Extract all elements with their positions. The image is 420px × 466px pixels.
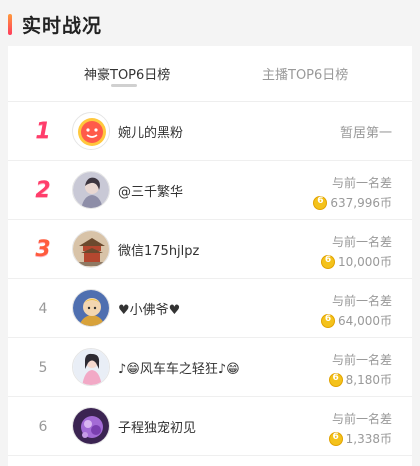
leaderboard-row[interactable]: 5 ♪😁风车车之轻狂♪😁 与前一名差 8,180币 <box>8 338 412 397</box>
avatar-icon <box>73 349 109 385</box>
gap-amount-value: 1,338币 <box>345 432 392 446</box>
active-tab-indicator <box>111 84 137 87</box>
leaderboard-row[interactable]: 3 微信175hjlpz 与前一名差 10,000币 <box>8 220 412 279</box>
user-name[interactable]: @三千繁华 <box>118 161 183 220</box>
avatar-icon <box>73 113 109 149</box>
tab-anchor-daily[interactable]: 主播TOP6日榜 <box>262 64 348 83</box>
coin-icon <box>328 431 343 446</box>
gap-label: 与前一名差 <box>331 353 392 367</box>
avatar-icon <box>73 290 109 326</box>
user-name[interactable]: ♪😁风车车之轻狂♪😁 <box>118 338 240 397</box>
rank-number: 1 <box>35 119 51 144</box>
coin-icon <box>313 195 328 210</box>
gap-label: 与前一名差 <box>331 294 392 308</box>
gap-label: 与前一名差 <box>331 235 392 249</box>
leaderboard-row[interactable]: 4 ♥小佛爷♥ 与前一名差 64,000币 <box>8 279 412 338</box>
coin-icon <box>321 254 335 269</box>
avatar[interactable] <box>72 407 110 445</box>
rank-number: 4 <box>38 300 48 317</box>
user-name[interactable]: 微信175hjlpz <box>118 220 199 279</box>
user-name[interactable]: ♥小佛爷♥ <box>118 279 180 338</box>
avatar[interactable] <box>72 171 110 209</box>
rank-number: 5 <box>38 359 48 376</box>
gap-amount: 637,996币 <box>313 194 392 211</box>
rank-status: 暂居第一 <box>339 126 392 141</box>
leaderboard-row[interactable]: 2 @三千繁华 与前一名差 637,996币 <box>8 161 412 220</box>
tab-tycoon-daily[interactable]: 神豪TOP6日榜 <box>84 64 170 83</box>
rank-number: 3 <box>35 237 51 262</box>
gap-amount-value: 10,000币 <box>338 255 392 269</box>
rank-number: 2 <box>35 178 51 203</box>
leaderboard-card: 神豪TOP6日榜 主播TOP6日榜 1 婉儿的黑粉 暂居第一 2 @三千繁华 与… <box>8 46 412 466</box>
user-name[interactable]: 婉儿的黑粉 <box>118 102 183 161</box>
avatar[interactable] <box>72 230 110 268</box>
gap-amount: 1,338币 <box>328 430 392 447</box>
leaderboard-row[interactable]: 6 子程独宠初见 与前一名差 1,338币 <box>8 397 412 456</box>
leaderboard-row[interactable]: 1 婉儿的黑粉 暂居第一 <box>8 102 412 161</box>
avatar[interactable] <box>72 348 110 386</box>
gap-amount-value: 64,000币 <box>338 314 392 328</box>
gap-amount-value: 637,996币 <box>330 196 392 210</box>
leaderboard-tabs: 神豪TOP6日榜 主播TOP6日榜 <box>8 46 412 102</box>
avatar[interactable] <box>72 112 110 150</box>
title-accent-bar <box>8 14 12 35</box>
section-title: 实时战况 <box>22 15 103 37</box>
avatar-icon <box>73 231 109 267</box>
gap-label: 与前一名差 <box>331 412 392 426</box>
avatar-icon <box>73 172 109 208</box>
user-name[interactable]: 子程独宠初见 <box>118 397 196 456</box>
avatar[interactable] <box>72 289 110 327</box>
gap-amount: 8,180币 <box>328 371 392 388</box>
gap-amount-value: 8,180币 <box>345 373 392 387</box>
rank-number: 6 <box>38 418 48 435</box>
avatar-icon <box>73 408 109 444</box>
section-header: 实时战况 <box>0 0 420 46</box>
coin-icon <box>321 313 335 328</box>
gap-amount: 64,000币 <box>321 312 392 329</box>
gap-label: 与前一名差 <box>331 176 392 190</box>
coin-icon <box>328 372 343 387</box>
gap-amount: 10,000币 <box>321 253 392 270</box>
